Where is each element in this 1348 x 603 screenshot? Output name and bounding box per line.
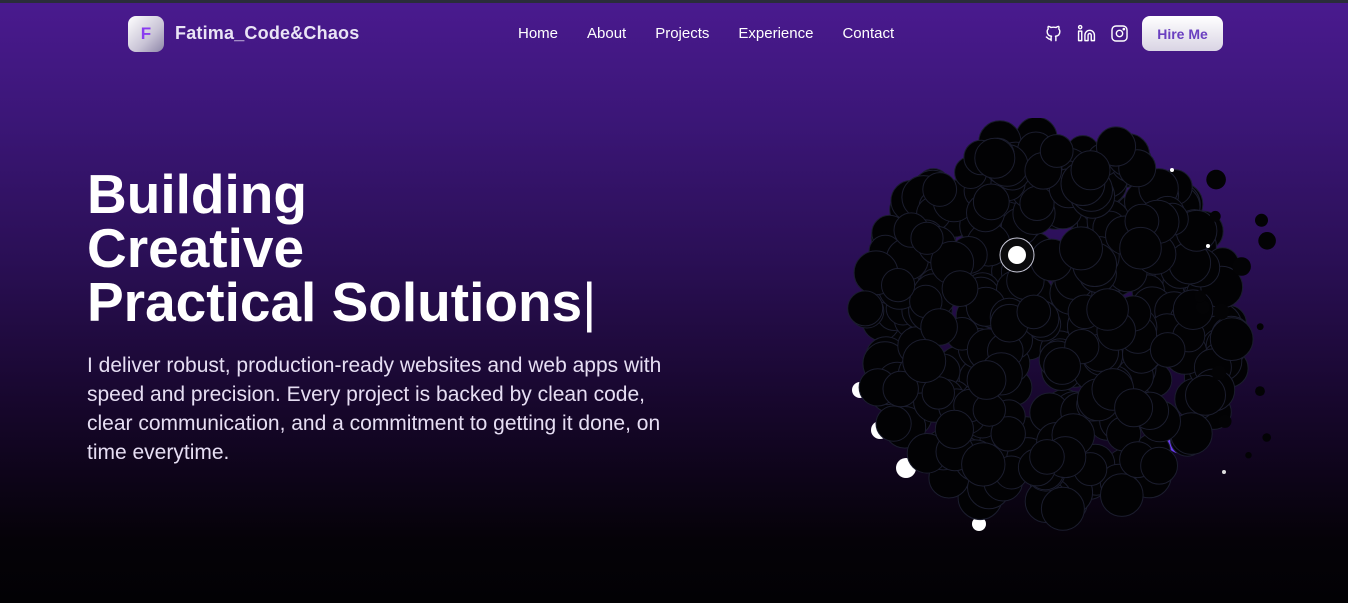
brand-name[interactable]: Fatima_Code&Chaos — [175, 23, 359, 44]
hero-title-line-1: Building — [87, 163, 307, 225]
hire-me-button[interactable]: Hire Me — [1142, 16, 1223, 51]
navbar: F Fatima_Code&Chaos Home About Projects … — [0, 3, 1348, 63]
hero-title-line-3-text: Practical Solutions — [87, 271, 583, 333]
logo-letter: F — [140, 24, 152, 43]
github-icon[interactable] — [1044, 24, 1063, 43]
nav-about[interactable]: About — [587, 25, 626, 42]
nav-contact[interactable]: Contact — [842, 25, 894, 42]
nav-home[interactable]: Home — [518, 25, 558, 42]
linkedin-icon[interactable] — [1077, 24, 1096, 43]
nav-projects[interactable]: Projects — [655, 25, 709, 42]
instagram-icon[interactable] — [1110, 24, 1129, 43]
particle-sphere-graphic — [847, 118, 1276, 531]
main-menu: Home About Projects Experience Contact — [518, 25, 923, 42]
hero-description: I deliver robust, production-ready websi… — [87, 354, 662, 464]
hero-title-line-3: Practical Solutions| — [87, 275, 596, 330]
nav-experience[interactable]: Experience — [738, 25, 813, 42]
logo[interactable]: F — [128, 16, 164, 52]
hero-title: Building Creative Practical Solutions| — [87, 163, 596, 330]
typing-cursor: | — [582, 271, 597, 333]
social-links — [1044, 24, 1129, 43]
hero-title-line-2: Creative — [87, 217, 305, 279]
